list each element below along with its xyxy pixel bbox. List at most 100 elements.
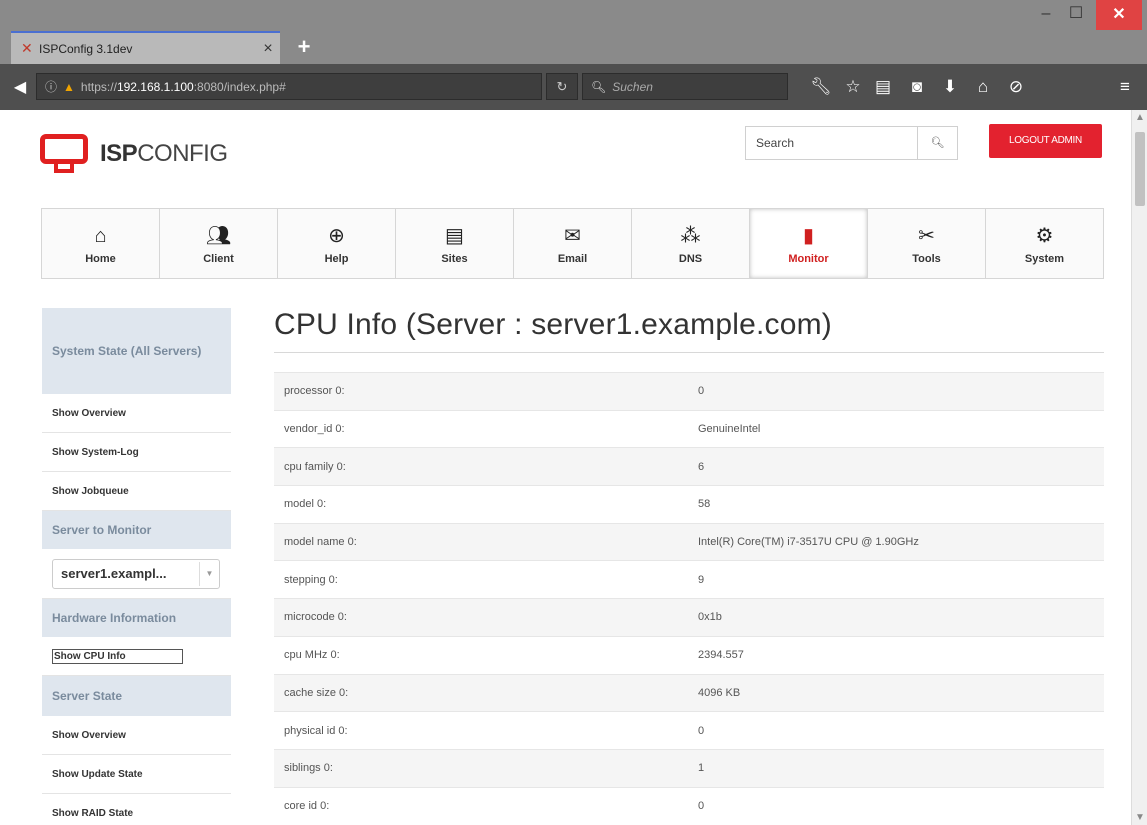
table-row: cpu MHz 0: 2394.557 [274,635,1104,674]
nav-label: Email [557,252,588,265]
search-icon: 🔍︎ [930,137,945,149]
search-input[interactable] [746,127,917,159]
nav-tools[interactable]: ✂ Tools [868,209,986,278]
nav-system[interactable]: ⚙ System [986,209,1103,278]
sidebar-item-label: Show CPU Info [52,648,183,664]
pocket-icon[interactable]: ◙ [904,74,930,100]
table-row: core id 0: 0 [274,786,1104,825]
nav-label: Client [203,252,234,265]
sidebar-item-show-overview-server[interactable]: Show Overview [42,716,231,755]
nav-label: Home [85,252,116,265]
envelope-icon: ✉ [564,224,581,247]
nav-home[interactable]: ⌂ Home [42,209,160,278]
logo-monitor-icon [40,134,92,174]
ispconfig-favicon-icon: ✕ [21,40,33,56]
network-icon: ⁂ [680,224,701,247]
bookmark-star-icon[interactable]: ☆ [840,74,866,100]
tab-close-icon[interactable]: × [256,40,280,58]
table-row: model 0: 58 [274,485,1104,524]
back-arrow-icon[interactable]: ◀ [6,77,34,97]
sidebar-item-show-jobqueue[interactable]: Show Jobqueue [42,472,231,511]
monitor-server-icon: ▮ [802,224,814,247]
new-tab-button[interactable]: + [286,31,322,64]
reading-list-icon[interactable]: ▤ [870,74,896,100]
chevron-down-icon: ▼ [199,561,219,586]
search-icon: 🔍︎ [591,79,607,94]
browser-window-icon: ▤ [445,224,464,247]
nav-monitor[interactable]: ▮ Monitor [750,209,868,278]
web-page: ISPCONFIG 🔍︎ LOGOUT ADMIN ⌂ Home 👥︎ Clie… [0,110,1131,825]
search-button[interactable]: 🔍︎ [917,127,957,159]
page-scrollbar[interactable]: ▲ ▼ [1131,110,1147,825]
scroll-down-arrow-icon[interactable]: ▼ [1132,812,1147,823]
row-key: model 0: [274,485,694,524]
ispconfig-logo[interactable]: ISPCONFIG [40,134,228,174]
sidebar-item-show-overview[interactable]: Show Overview [42,394,231,433]
row-key: siblings 0: [274,748,694,788]
reload-icon[interactable]: ↻ [546,73,578,100]
addon-icon[interactable]: ⊘ [1003,74,1029,100]
info-icon[interactable]: ⓘ [45,78,57,95]
row-value: 9 [694,560,1104,599]
browser-tab[interactable]: ✕ ISPConfig 3.1dev × [11,31,280,64]
row-key: cache size 0: [274,673,694,712]
url-host: 192.168.1.100 [116,79,194,94]
table-row: cpu family 0: 6 [274,447,1104,486]
sidebar-header-server-state: Server State [42,676,231,716]
logout-button[interactable]: LOGOUT ADMIN [989,124,1102,158]
server-select[interactable]: server1.exampl... ▼ [52,558,220,589]
table-row: siblings 0: 1 [274,748,1104,788]
row-key: physical id 0: [274,711,694,750]
row-key: microcode 0: [274,598,694,637]
table-row: microcode 0: 0x1b [274,598,1104,637]
nav-label: Help [324,252,349,265]
nav-client[interactable]: 👥︎ Client [160,209,278,278]
server-select-wrap: server1.exampl... ▼ [42,549,231,599]
sidebar-header-server-to-monitor: Server to Monitor [42,511,231,549]
main-navigation: ⌂ Home 👥︎ Client ⊕ Help ▤ Sites ✉ Email … [41,208,1104,279]
nav-label: System [1024,252,1065,265]
address-bar[interactable]: ⓘ ▲ https:// 192.168.1.100 :8080/index.p… [36,73,542,100]
tab-title: ISPConfig 3.1dev [39,41,133,56]
row-key: core id 0: [274,786,694,825]
scroll-up-arrow-icon[interactable]: ▲ [1132,112,1147,123]
sidebar-item-show-raid-state[interactable]: Show RAID State [42,794,231,825]
row-value: 58 [694,485,1104,524]
server-select-value: server1.exampl... [61,566,167,581]
row-value: 1 [694,748,1104,788]
nav-sites[interactable]: ▤ Sites [396,209,514,278]
url-prefix: https:// [80,79,117,94]
browser-search-placeholder: Suchen [612,79,653,94]
table-row: physical id 0: 0 [274,711,1104,750]
browser-titlebar: ✕ ISPConfig 3.1dev × + – ☐ ✕ [0,0,1147,64]
scroll-thumb[interactable] [1135,132,1145,206]
nav-dns[interactable]: ⁂ DNS [632,209,750,278]
window-maximize-button[interactable]: ☐ [1057,0,1095,30]
row-key: cpu MHz 0: [274,635,694,674]
sidebar-item-show-cpu-info[interactable]: Show CPU Info [42,637,231,676]
row-value: 0 [694,786,1104,825]
wrench-icon[interactable]: 🔧︎ [808,74,834,100]
sidebar-item-show-system-log[interactable]: Show System-Log [42,433,231,472]
window-close-button[interactable]: ✕ [1096,0,1142,30]
home-browser-icon[interactable]: ⌂ [970,74,996,100]
tools-icon: ✂ [918,224,935,247]
table-row: cache size 0: 4096 KB [274,673,1104,712]
menu-hamburger-icon[interactable]: ≡ [1112,74,1138,100]
nav-email[interactable]: ✉ Email [514,209,632,278]
row-key: stepping 0: [274,560,694,599]
sidebar-item-show-update-state[interactable]: Show Update State [42,755,231,794]
sidebar-header-hardware: Hardware Information [42,599,231,637]
cpu-info-table: processor 0: 0 vendor_id 0: GenuineIntel c… [274,372,1104,825]
title-divider [274,352,1104,353]
table-row: processor 0: 0 [274,372,1104,411]
browser-search-box[interactable]: 🔍︎ Suchen [582,73,788,100]
nav-help[interactable]: ⊕ Help [278,209,396,278]
browser-navbar: ◀ ⓘ ▲ https:// 192.168.1.100 :8080/index… [0,64,1147,110]
logo-text: ISPCONFIG [100,140,228,167]
row-value: GenuineIntel [694,409,1104,448]
insecure-lock-icon[interactable]: ▲ [63,80,75,94]
row-key: vendor_id 0: [274,409,694,448]
download-icon[interactable]: ⬇ [937,74,963,100]
sidebar: System State (All Servers) Show Overview… [42,308,231,825]
